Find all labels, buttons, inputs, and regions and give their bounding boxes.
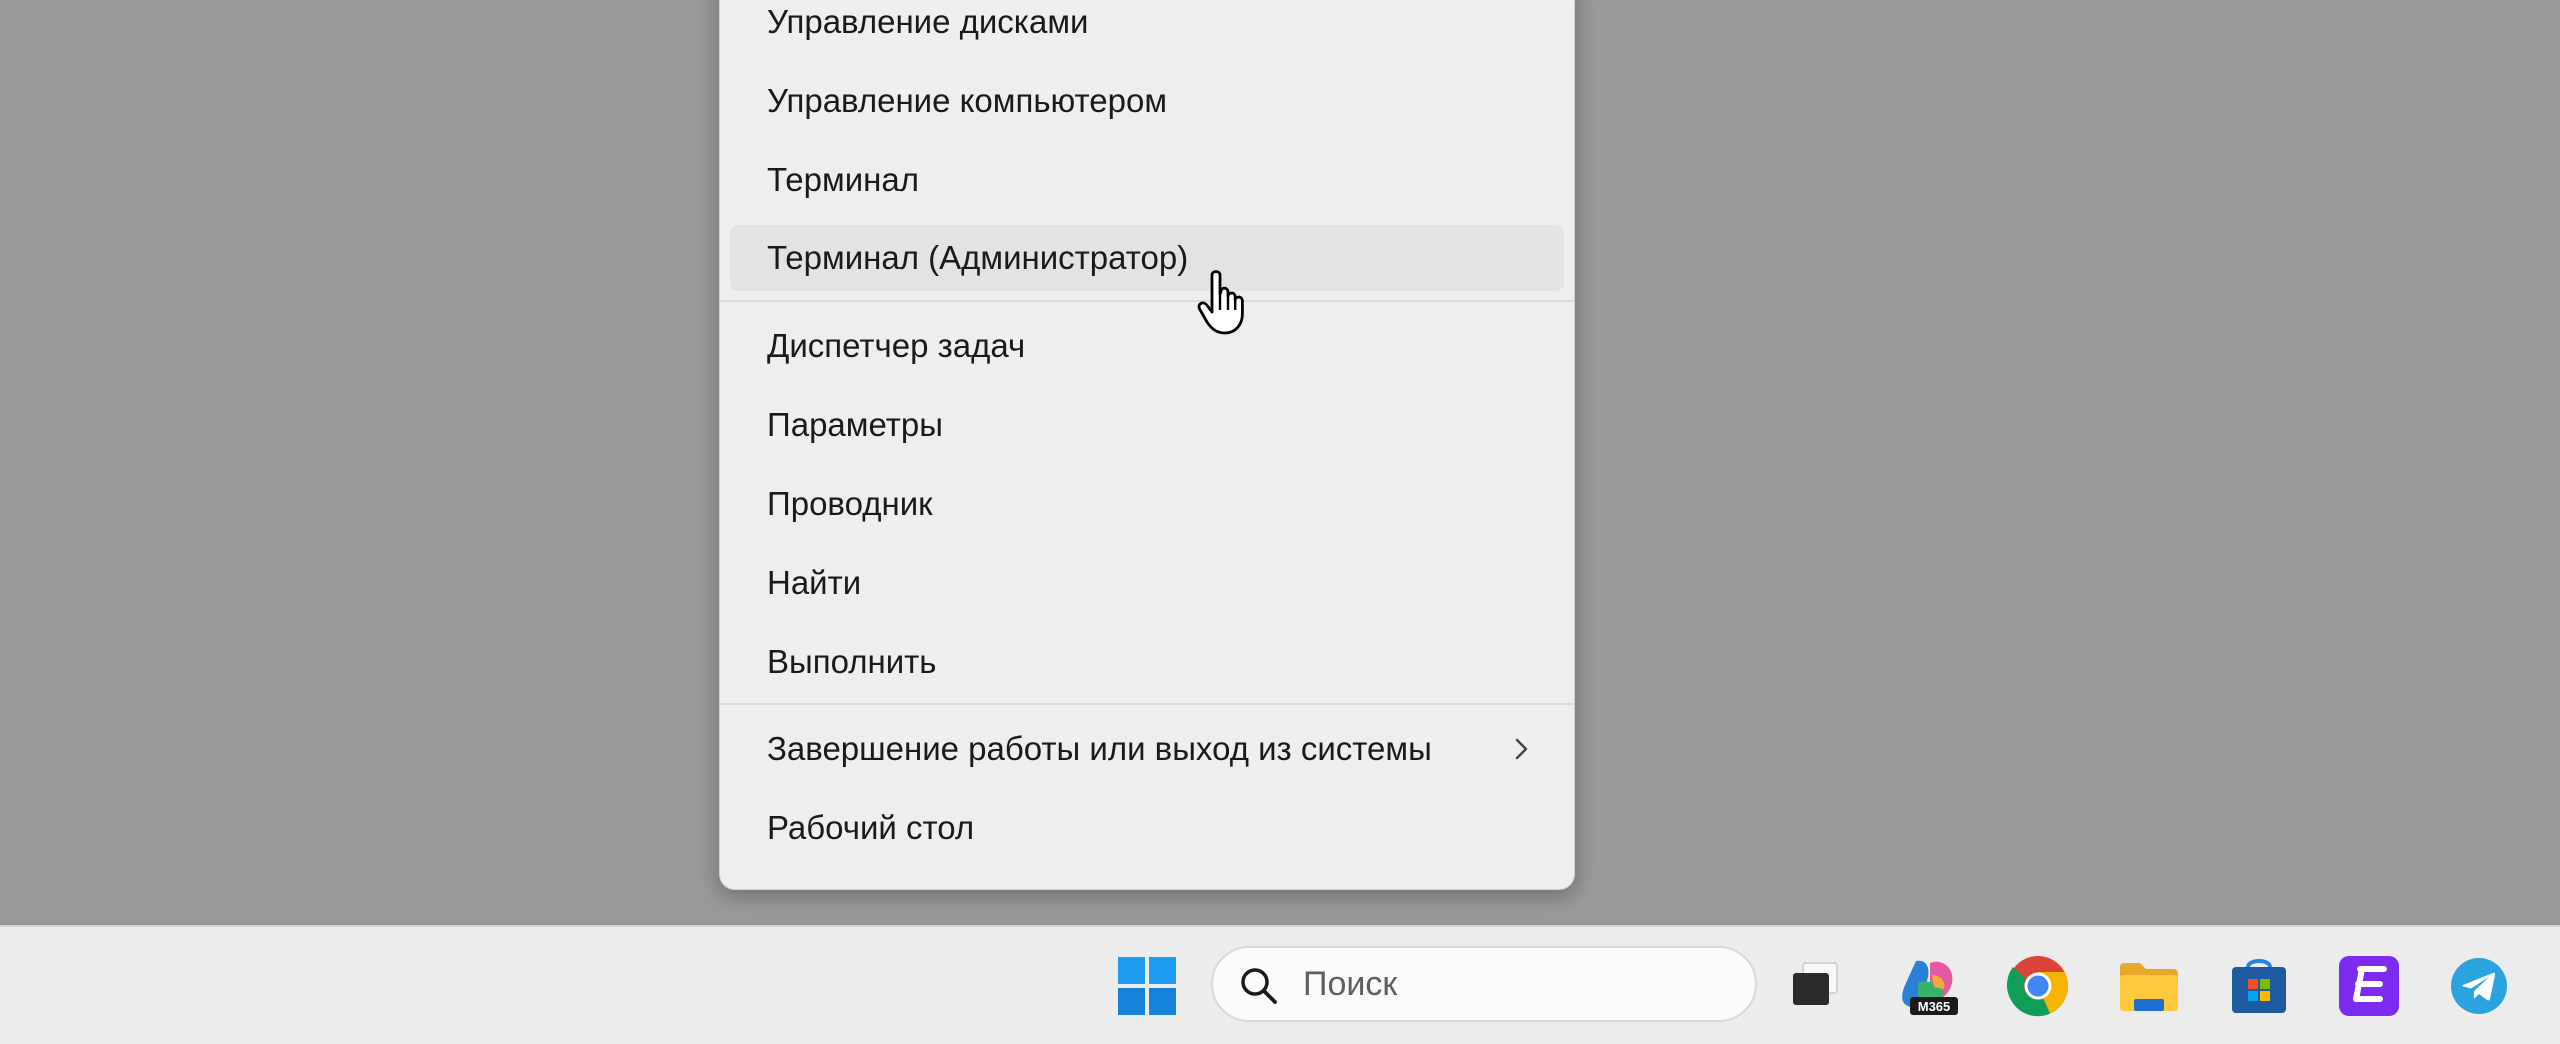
microsoft-365-copilot-icon[interactable]: M365 <box>1896 953 1962 1019</box>
winx-context-menu: Управление дисками Управление компьютеро… <box>719 0 1575 890</box>
menu-item-desktop[interactable]: Рабочий стол <box>730 795 1564 861</box>
menu-item-task-manager[interactable]: Диспетчер задач <box>730 313 1564 379</box>
menu-separator <box>720 703 1574 705</box>
menu-item-shutdown-signout[interactable]: Завершение работы или выход из системы <box>730 716 1564 782</box>
windows-start-icon[interactable] <box>1114 953 1180 1019</box>
hand-cursor-icon <box>1197 270 1244 335</box>
menu-item-label: Диспетчер задач <box>767 327 1026 364</box>
chevron-right-icon <box>1515 738 1528 760</box>
menu-item-label: Управление компьютером <box>767 82 1168 119</box>
m365-badge: M365 <box>1918 999 1951 1014</box>
menu-separator <box>720 300 1574 302</box>
menu-item-terminal[interactable]: Терминал <box>730 147 1564 213</box>
menu-item-run[interactable]: Выполнить <box>730 629 1564 695</box>
menu-item-search[interactable]: Найти <box>730 550 1564 616</box>
menu-item-file-explorer[interactable]: Проводник <box>730 471 1564 537</box>
telegram-icon[interactable] <box>2446 953 2512 1019</box>
file-explorer-icon[interactable] <box>2116 953 2182 1019</box>
menu-item-label: Проводник <box>767 485 933 522</box>
chrome-icon[interactable] <box>2005 953 2071 1019</box>
taskbar-search-box[interactable]: Поиск <box>1211 946 1757 1022</box>
menu-item-computer-management[interactable]: Управление компьютером <box>730 68 1564 134</box>
e-app-icon[interactable] <box>2336 953 2402 1019</box>
search-placeholder: Поиск <box>1303 965 1398 1003</box>
menu-item-label: Управление дисками <box>767 3 1089 40</box>
menu-item-terminal-admin[interactable]: Терминал (Администратор) <box>730 225 1564 291</box>
menu-item-label: Терминал <box>767 161 919 198</box>
menu-item-label: Терминал (Администратор) <box>767 239 1189 276</box>
menu-item-label: Выполнить <box>767 643 937 680</box>
menu-item-disk-management[interactable]: Управление дисками <box>730 0 1564 55</box>
menu-item-label: Завершение работы или выход из системы <box>767 730 1432 767</box>
menu-item-label: Найти <box>767 564 862 601</box>
search-icon <box>1241 968 1277 1004</box>
menu-item-label: Параметры <box>767 406 943 443</box>
taskbar: Поиск M365 <box>0 925 2560 1044</box>
task-view-icon[interactable] <box>1783 953 1849 1019</box>
menu-item-label: Рабочий стол <box>767 809 975 846</box>
menu-item-settings[interactable]: Параметры <box>730 392 1564 458</box>
microsoft-store-icon[interactable] <box>2226 953 2292 1019</box>
